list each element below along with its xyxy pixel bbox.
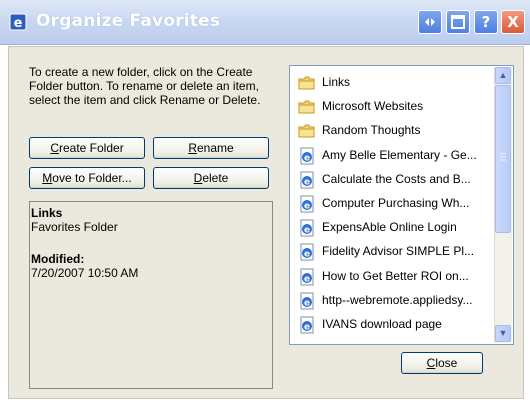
list-item-label: http--webremote.appliedsy...	[322, 292, 473, 307]
organize-favorites-dialog: e Organize Favorites ? X To create a new…	[0, 0, 530, 405]
rename-mnemonic: R	[188, 141, 197, 155]
restore-button[interactable]	[418, 10, 442, 34]
create-folder-mnemonic: C	[50, 141, 59, 155]
dialog-client-area: To create a new folder, click on the Cre…	[8, 46, 524, 399]
list-item[interactable]: Microsoft Websites	[298, 96, 488, 118]
svg-text:e: e	[304, 323, 310, 333]
delete-button[interactable]: Delete	[153, 167, 269, 189]
list-item[interactable]: e http--webremote.appliedsy...	[298, 290, 488, 312]
ie-page-icon: e	[300, 147, 314, 165]
list-item[interactable]: e ExpensAble Online Login	[298, 217, 488, 239]
instructions-text: To create a new folder, click on the Cre…	[29, 65, 261, 107]
svg-text:e: e	[304, 202, 310, 212]
close-label: lose	[435, 356, 458, 370]
list-item-label: Computer Purchasing Wh...	[322, 196, 470, 210]
ie-page-icon: e	[300, 268, 314, 286]
close-button[interactable]: Close	[401, 352, 483, 374]
ie-page-icon: e	[300, 316, 314, 334]
maximize-icon	[451, 15, 465, 29]
rename-button[interactable]: Rename	[153, 137, 269, 159]
item-info-panel: Links Favorites Folder Modified: 7/20/20…	[29, 201, 273, 389]
close-window-button[interactable]: X	[501, 10, 525, 34]
list-item-label: IVANS download page	[322, 317, 442, 331]
ie-page-icon: e	[300, 171, 314, 189]
list-item[interactable]: Random Thoughts	[298, 120, 488, 142]
svg-text:e: e	[304, 250, 310, 260]
list-item[interactable]: e Fidelity Advisor SIMPLE Pl...	[298, 241, 488, 263]
folder-icon	[298, 124, 315, 138]
list-item-label: Random Thoughts	[322, 123, 421, 138]
ie-page-icon: e	[300, 292, 314, 310]
list-item-label: Calculate the Costs and B...	[322, 171, 471, 186]
svg-text:e: e	[304, 274, 310, 284]
maximize-button[interactable]	[446, 10, 470, 34]
window-title: Organize Favorites	[36, 11, 221, 31]
help-button[interactable]: ?	[474, 10, 498, 34]
svg-text:e: e	[304, 177, 310, 187]
list-item[interactable]: Links	[298, 72, 488, 94]
list-item-label: Fidelity Advisor SIMPLE Pl...	[322, 244, 475, 259]
list-item-label: Amy Belle Elementary - Ge...	[322, 147, 477, 162]
modified-label: Modified:	[31, 252, 85, 266]
list-item[interactable]: e Calculate the Costs and B...	[298, 169, 488, 191]
ie-page-icon: e	[300, 195, 314, 213]
delete-mnemonic: D	[193, 171, 203, 185]
folder-icon	[298, 76, 315, 90]
svg-text:e: e	[304, 298, 310, 308]
create-folder-label: reate Folder	[58, 141, 124, 155]
rename-label: ename	[196, 141, 234, 155]
ie-page-icon: e	[300, 219, 314, 237]
list-item[interactable]: e How to Get Better ROI on...	[298, 266, 488, 288]
scroll-down-arrow[interactable]: ▼	[495, 325, 511, 342]
folder-icon	[298, 100, 315, 114]
list-item[interactable]: e Computer Purchasing Wh...	[298, 193, 488, 215]
list-item[interactable]: e IVANS download page	[298, 314, 488, 336]
list-item-label: How to Get Better ROI on...	[322, 268, 469, 283]
list-item-label: Microsoft Websites	[322, 99, 424, 114]
create-folder-button[interactable]: Create Folder	[29, 137, 145, 159]
move-to-folder-label: ove to Folder...	[52, 171, 132, 185]
move-to-folder-mnemonic: M	[42, 171, 53, 185]
scroll-up-arrow[interactable]: ▲	[495, 67, 511, 84]
grip-icon	[500, 153, 506, 161]
list-item-label: ExpensAble Online Login	[322, 220, 457, 235]
title-bar[interactable]: e Organize Favorites ? X	[0, 0, 530, 45]
svg-text:e: e	[304, 153, 310, 163]
scroll-thumb[interactable]	[495, 85, 511, 233]
list-item[interactable]: e Amy Belle Elementary - Ge...	[298, 145, 488, 167]
vertical-scrollbar[interactable]: ▲ ▼	[494, 67, 512, 343]
list-item-label: Links	[322, 75, 351, 89]
ie-page-icon: e	[300, 243, 314, 261]
svg-text:e: e	[304, 226, 310, 236]
restore-icon	[425, 18, 435, 26]
item-type: Favorites Folder	[31, 220, 118, 234]
delete-label: elete	[202, 171, 229, 185]
modified-value: 7/20/2007 10:50 AM	[31, 266, 139, 280]
move-to-folder-button[interactable]: Move to Folder...	[29, 167, 145, 189]
favorites-app-icon: e	[9, 13, 27, 31]
item-name: Links	[31, 206, 63, 220]
favorites-list[interactable]: Links Microsoft Websites Random Thoughts e A…	[289, 65, 514, 345]
svg-text:e: e	[14, 16, 23, 31]
